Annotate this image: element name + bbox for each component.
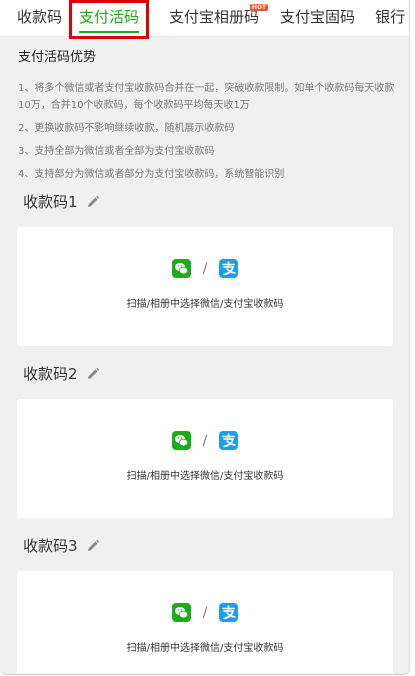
tab-alipay-album-code[interactable]: 支付宝相册码 HOT bbox=[169, 0, 269, 36]
section-title: 收款码1 bbox=[23, 193, 78, 211]
pencil-icon[interactable] bbox=[86, 539, 100, 553]
advantage-item: 4、支持部分为微信或者部分为支付宝收款码，系统智能识别 bbox=[18, 169, 285, 180]
wechat-icon bbox=[171, 603, 191, 622]
advantage-item: 1、将多个微信或者支付宝收款码合并在一起，突破收款限制。如单个收款码每天收款10… bbox=[18, 83, 395, 111]
tab-bank[interactable]: 银行 bbox=[375, 0, 405, 36]
upload-hint: 扫描/相册中选择微信/支付宝收款码 bbox=[126, 471, 284, 482]
upload-hint: 扫描/相册中选择微信/支付宝收款码 bbox=[126, 643, 284, 654]
section-header: 收款码2 bbox=[23, 363, 100, 384]
section-title: 收款码3 bbox=[23, 537, 78, 555]
separator: / bbox=[202, 260, 208, 277]
pencil-icon[interactable] bbox=[86, 367, 100, 381]
alipay-icon bbox=[219, 603, 239, 622]
hot-badge: HOT bbox=[249, 4, 269, 11]
section-title: 收款码2 bbox=[23, 365, 78, 383]
payment-icons: / bbox=[17, 259, 393, 278]
wechat-icon bbox=[171, 431, 191, 450]
tab-live-code[interactable]: 支付活码 bbox=[79, 0, 140, 36]
tab-bar: 收款码 支付活码 支付宝相册码 HOT 支付宝固码 银行 bbox=[0, 0, 409, 37]
wechat-icon bbox=[171, 259, 191, 278]
payment-icons: / bbox=[17, 431, 393, 450]
section-header: 收款码1 bbox=[23, 191, 100, 212]
pencil-icon[interactable] bbox=[86, 195, 100, 209]
advantage-item: 3、支持全部为微信或者全部为支付宝收款码 bbox=[18, 146, 215, 157]
tab-alipay-album-code-label: 支付宝相册码 bbox=[169, 8, 260, 26]
upload-hint: 扫描/相册中选择微信/支付宝收款码 bbox=[126, 299, 284, 310]
separator: / bbox=[202, 432, 208, 449]
tab-receive-code[interactable]: 收款码 bbox=[17, 0, 62, 36]
qr-upload-card[interactable]: / 扫描/相册中选择微信/支付宝收款码 bbox=[17, 571, 393, 674]
page-frame: 收款码 支付活码 支付宝相册码 HOT 支付宝固码 银行 支付活码优势 1、将多… bbox=[0, 0, 410, 675]
qr-upload-card[interactable]: / 扫描/相册中选择微信/支付宝收款码 bbox=[17, 399, 393, 518]
separator: / bbox=[202, 604, 208, 621]
advantage-item: 2、更换收款码不影响继续收款，随机展示收款码 bbox=[18, 123, 235, 134]
advantages-title: 支付活码优势 bbox=[18, 50, 97, 65]
alipay-icon bbox=[219, 431, 239, 450]
payment-icons: / bbox=[17, 603, 393, 622]
alipay-icon bbox=[219, 259, 239, 278]
tab-alipay-fixed-code[interactable]: 支付宝固码 bbox=[280, 0, 355, 36]
section-header: 收款码3 bbox=[23, 535, 100, 556]
qr-upload-card[interactable]: / 扫描/相册中选择微信/支付宝收款码 bbox=[17, 227, 393, 346]
advantages-panel: 支付活码优势 1、将多个微信或者支付宝收款码合并在一起，突破收款限制。如单个收款… bbox=[18, 50, 403, 189]
